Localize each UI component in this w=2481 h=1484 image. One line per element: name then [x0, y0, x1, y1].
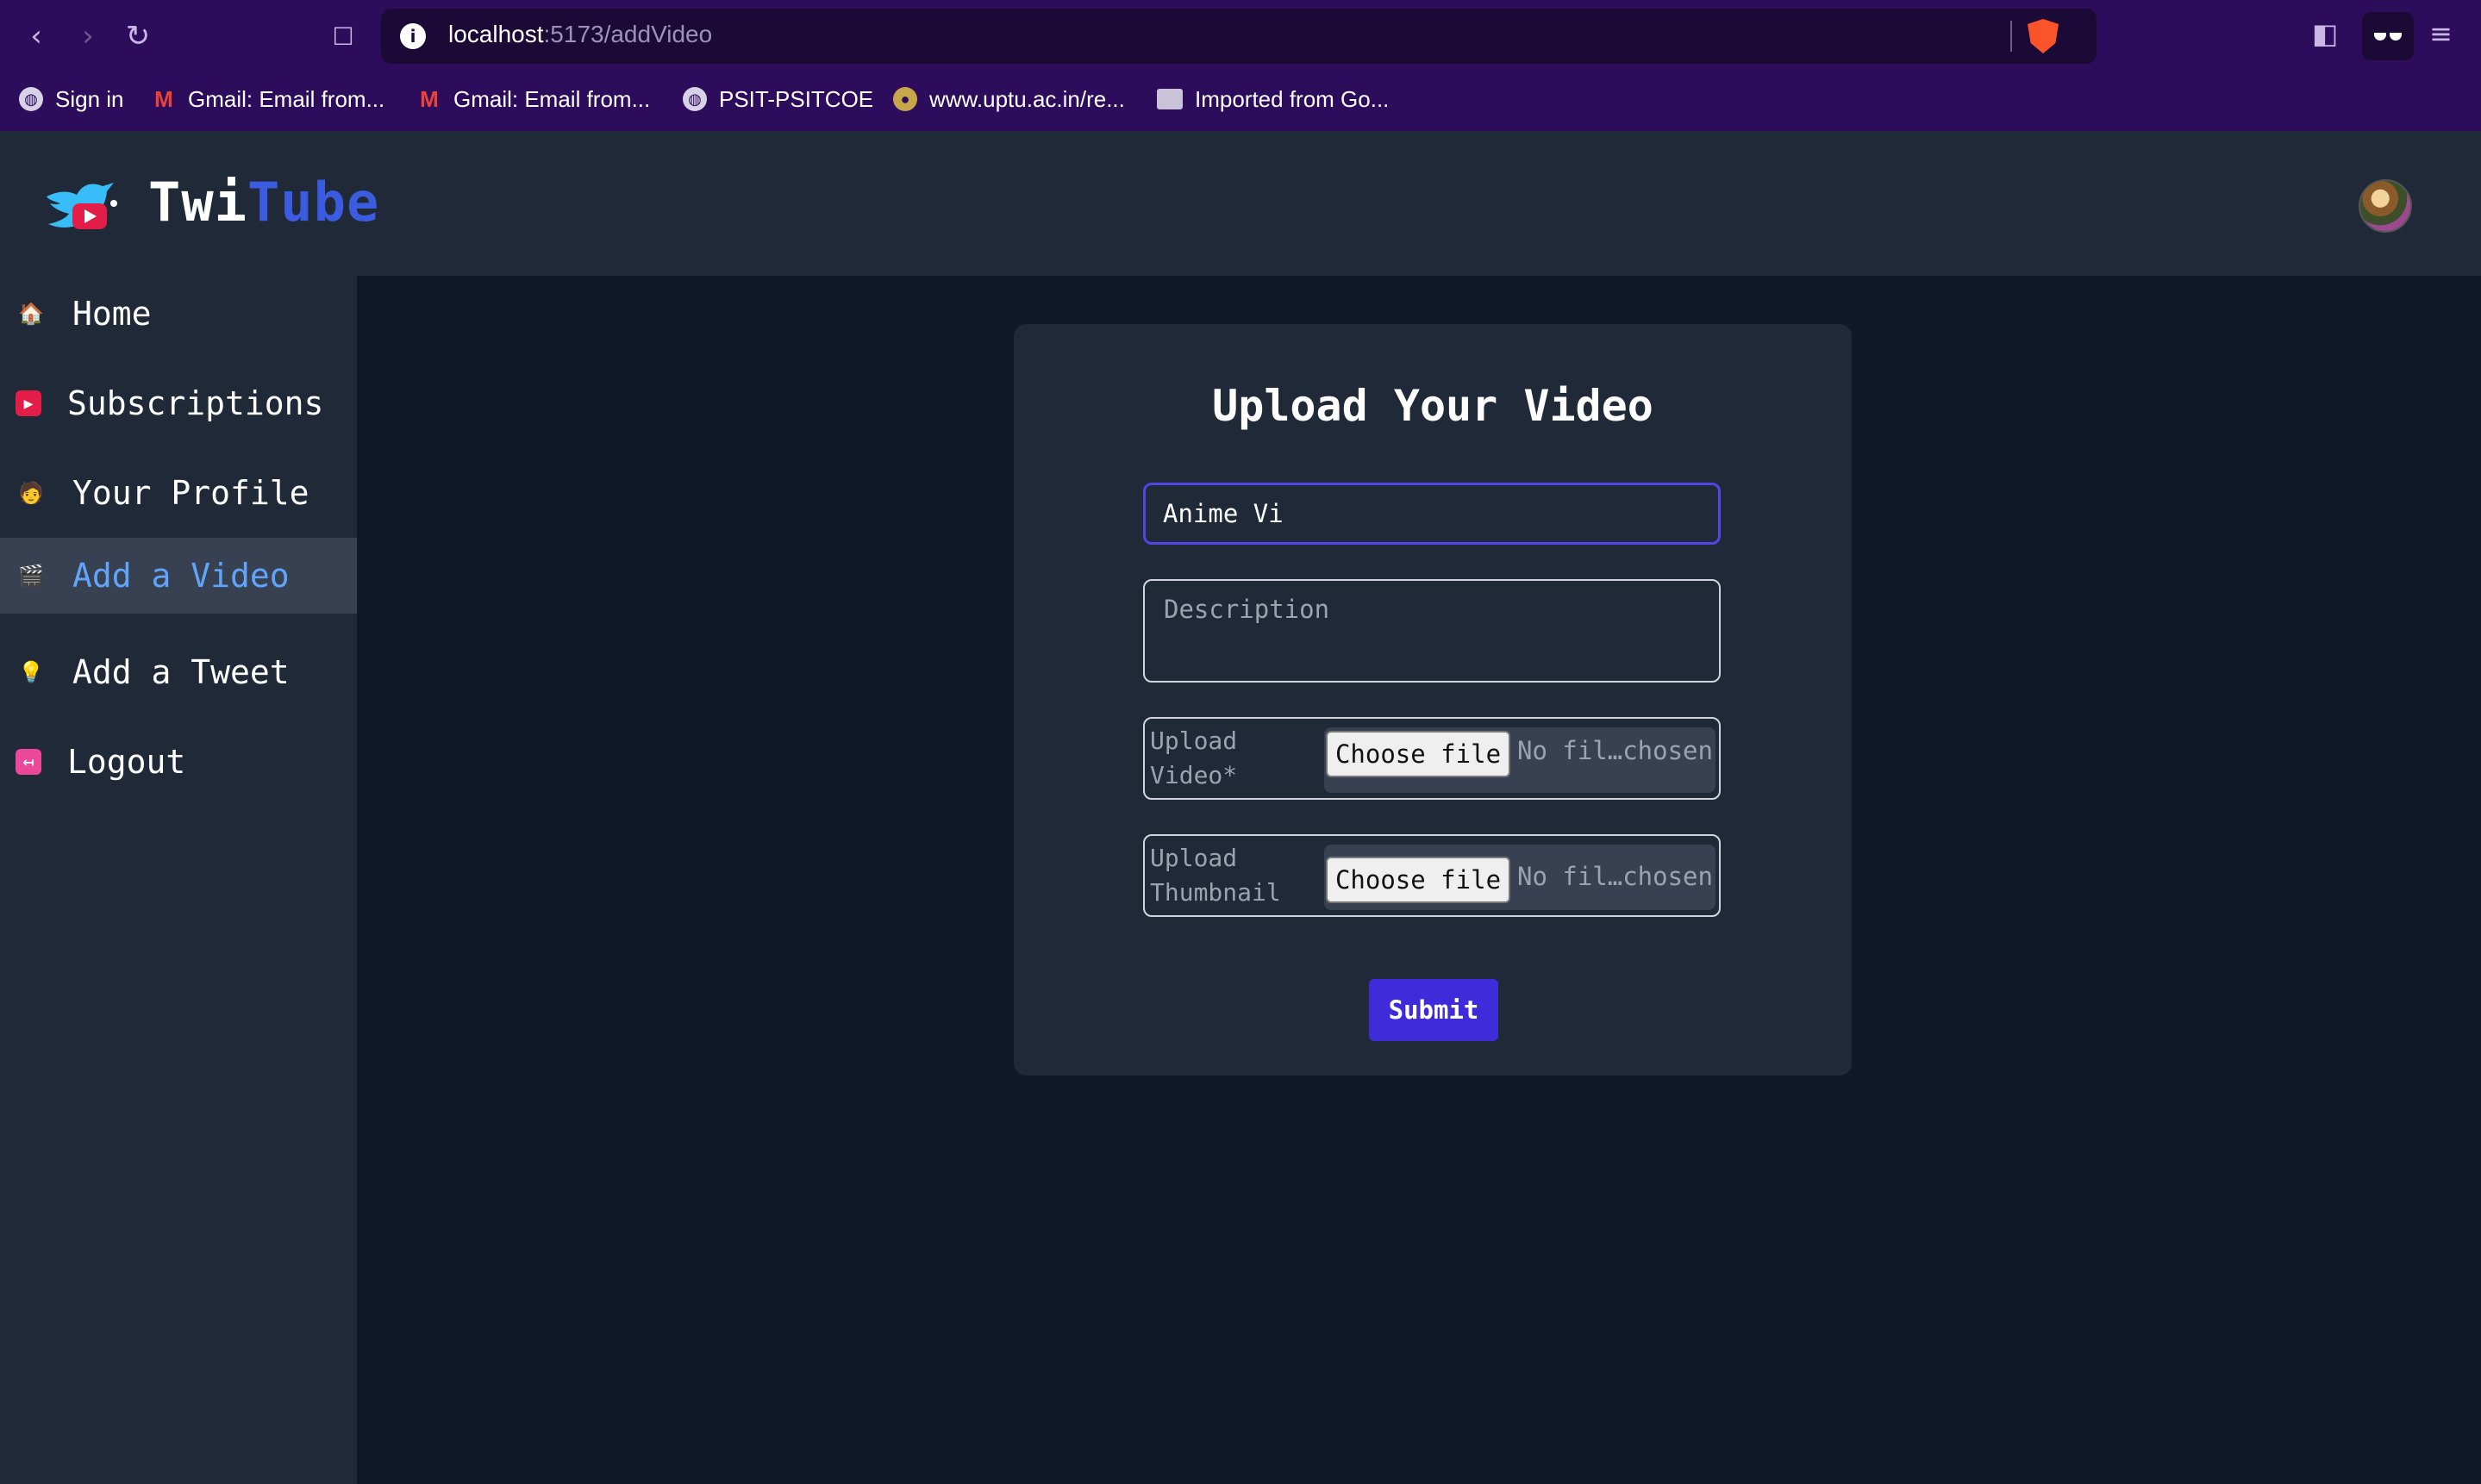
private-window-icon[interactable] — [2362, 12, 2414, 60]
house-icon: 🏠 — [18, 302, 44, 326]
description-input[interactable]: Description — [1143, 579, 1721, 683]
globe-icon: ◍ — [683, 87, 707, 111]
sidebar-item-label: Add a Video — [72, 557, 290, 595]
sidebar-item-subscriptions[interactable]: ▶ Subscriptions — [0, 365, 357, 441]
folder-icon — [1157, 89, 1183, 109]
browser-toolbar: ‹ › ↻ ☐ i localhost:5173/addVideo ◧ ≡ — [0, 0, 2481, 72]
bookmark-item[interactable]: ◍ PSIT-PSITCOE — [683, 84, 873, 114]
site-info-icon[interactable]: i — [400, 23, 426, 49]
sidebar-item-profile[interactable]: 🧑 Your Profile — [0, 455, 357, 531]
upload-form-card: Upload Your Video Anime Vi Description U… — [1014, 324, 1852, 1076]
bookmark-icon[interactable]: ☐ — [324, 17, 362, 55]
lightbulb-icon: 💡 — [18, 660, 44, 684]
app-header: TwiTube — [0, 131, 2481, 276]
brand-name[interactable]: TwiTube — [148, 171, 379, 234]
sidebar-item-label: Logout — [67, 743, 186, 781]
bookmark-item[interactable]: M Gmail: Email from... — [417, 84, 650, 114]
sidebar: 🏠 Home ▶ Subscriptions 🧑 Your Profile 🎬 Add … — [0, 276, 357, 1484]
sidebar-item-label: Subscriptions — [67, 384, 324, 422]
gmail-icon: M — [420, 85, 439, 112]
choose-thumbnail-button[interactable]: Choose file — [1326, 857, 1510, 903]
clapperboard-icon: 🎬 — [18, 564, 44, 588]
bookmark-item[interactable]: M Gmail: Email from... — [152, 84, 384, 114]
video-upload-label: Upload Video* — [1150, 726, 1238, 789]
sidebar-toggle-icon[interactable]: ◧ — [2312, 17, 2338, 50]
sidebar-item-logout[interactable]: ↤ Logout — [0, 724, 357, 800]
person-icon: 🧑 — [18, 481, 44, 505]
thumbnail-upload-field: Upload Thumbnail Choose file No fil…chos… — [1143, 834, 1721, 917]
thumbnail-upload-label: Upload Thumbnail — [1150, 844, 1281, 907]
video-upload-field: Upload Video* Choose file No fil…chosen — [1143, 717, 1721, 800]
logout-icon: ↤ — [16, 749, 41, 775]
bookmark-item[interactable]: ● www.uptu.ac.in/re... — [893, 84, 1125, 114]
video-file-input[interactable]: Choose file No fil…chosen — [1324, 727, 1715, 793]
avatar[interactable] — [2359, 179, 2412, 233]
sidebar-item-home[interactable]: 🏠 Home — [0, 276, 357, 352]
back-icon[interactable]: ‹ — [17, 17, 55, 55]
address-bar[interactable]: i localhost:5173/addVideo — [381, 9, 2097, 64]
bookmark-item[interactable]: ◍ Sign in — [19, 84, 124, 114]
choose-video-button[interactable]: Choose file — [1326, 731, 1510, 777]
url-text[interactable]: localhost:5173/addVideo — [448, 21, 712, 48]
thumbnail-file-input[interactable]: Choose file No fil…chosen — [1324, 845, 1715, 910]
sidebar-item-label: Your Profile — [72, 474, 309, 512]
twitube-logo-icon[interactable] — [38, 171, 124, 240]
sidebar-item-label: Home — [72, 295, 152, 333]
divider — [2010, 21, 2012, 52]
sidebar-item-label: Add a Tweet — [72, 653, 290, 691]
play-icon: ▶ — [16, 390, 41, 416]
page-title: Upload Your Video — [1212, 381, 1653, 431]
gmail-icon: M — [154, 85, 173, 112]
thumbnail-file-status: No fil…chosen — [1517, 862, 1713, 891]
browser-chrome: ‹ › ↻ ☐ i localhost:5173/addVideo ◧ ≡ ◍ S… — [0, 0, 2481, 131]
bookmarks-bar: ◍ Sign in M Gmail: Email from... M Gmail: E… — [0, 78, 2481, 119]
title-input[interactable]: Anime Vi — [1143, 483, 1721, 545]
seal-icon: ● — [893, 87, 917, 111]
menu-icon[interactable]: ≡ — [2429, 17, 2453, 50]
video-file-status: No fil…chosen — [1517, 736, 1713, 765]
forward-icon[interactable]: › — [69, 17, 107, 55]
globe-icon: ◍ — [19, 87, 43, 111]
sidebar-item-add-tweet[interactable]: 💡 Add a Tweet — [0, 634, 357, 710]
brave-shield-icon[interactable] — [2028, 19, 2059, 53]
bookmark-item[interactable]: Imported from Go... — [1157, 84, 1389, 114]
submit-button[interactable]: Submit — [1369, 979, 1498, 1041]
sidebar-item-add-video[interactable]: 🎬 Add a Video — [0, 538, 357, 614]
reload-icon[interactable]: ↻ — [119, 17, 157, 55]
